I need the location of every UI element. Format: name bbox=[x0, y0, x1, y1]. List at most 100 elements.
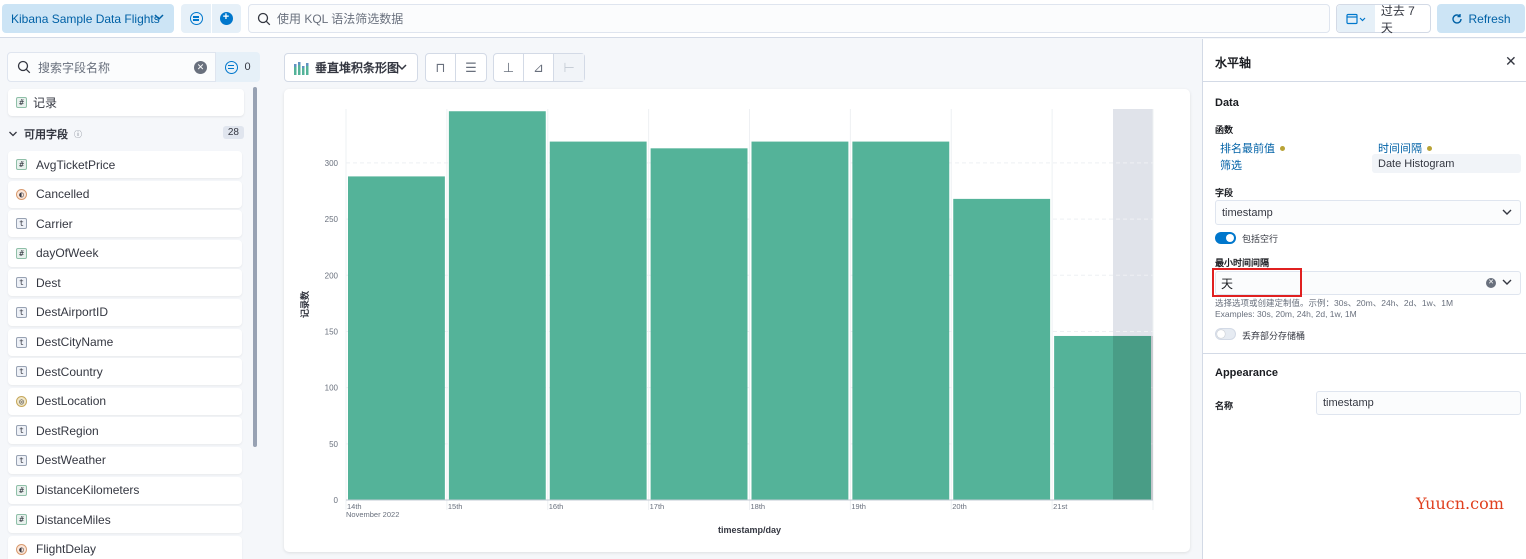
date-picker[interactable]: 过去 7 天 bbox=[1336, 3, 1431, 35]
field-item[interactable]: t DestCountry bbox=[8, 358, 242, 386]
x-tick-label: 18th bbox=[751, 502, 766, 511]
close-icon[interactable]: ✕ bbox=[1505, 53, 1517, 70]
field-name: DistanceMiles bbox=[36, 512, 111, 527]
chevron-down-icon bbox=[397, 64, 407, 71]
clear-icon[interactable]: ✕ bbox=[194, 61, 207, 74]
right-axis-button[interactable]: ⊢ bbox=[554, 54, 584, 81]
field-search-input[interactable]: 搜索字段名称 ✕ bbox=[7, 52, 216, 82]
bar[interactable] bbox=[549, 141, 647, 501]
field-item[interactable]: t DestAirportID bbox=[8, 298, 242, 326]
string-type-icon: t bbox=[16, 336, 27, 348]
available-fields-label: 可用字段 bbox=[24, 129, 68, 141]
refresh-button[interactable]: Refresh bbox=[1437, 4, 1525, 33]
number-type-icon: # bbox=[16, 514, 27, 526]
function-label: 函数 bbox=[1215, 125, 1234, 135]
include-empty-rows-label: 包括空行 bbox=[1242, 234, 1279, 244]
sidebar-scrollbar[interactable] bbox=[253, 87, 257, 447]
field-select-value: timestamp bbox=[1222, 206, 1273, 219]
bar[interactable] bbox=[953, 198, 1051, 500]
field-name: DistanceKilometers bbox=[36, 483, 140, 498]
geo-type-icon: ◎ bbox=[16, 395, 27, 407]
number-type-icon: # bbox=[16, 159, 27, 170]
y-tick-label: 0 bbox=[334, 496, 339, 505]
chart-type-selector[interactable]: 垂直堆积条形图 bbox=[284, 53, 418, 82]
field-item[interactable]: # DistanceKilometers bbox=[8, 476, 242, 504]
highlight-annotation bbox=[1212, 268, 1302, 297]
records-field[interactable]: # 记录 bbox=[8, 89, 244, 116]
x-tick-label: 15th bbox=[448, 502, 463, 511]
x-axis-title: timestamp/day bbox=[718, 525, 781, 535]
style-toolbar-group: ⊓ ☰ bbox=[425, 53, 487, 82]
bar-chart-icon bbox=[294, 61, 309, 75]
calendar-icon[interactable] bbox=[1337, 5, 1375, 32]
date-range-label: 过去 7 天 bbox=[1380, 3, 1415, 35]
field-item[interactable]: t DestWeather bbox=[8, 446, 242, 474]
string-type-icon: t bbox=[16, 218, 27, 230]
function-filters[interactable]: 筛选 bbox=[1220, 157, 1242, 173]
field-item[interactable]: # DistanceMiles bbox=[8, 506, 242, 534]
search-icon bbox=[17, 60, 31, 74]
function-top-values-label: 排名最前值 bbox=[1220, 143, 1275, 155]
bar-chart[interactable]: 05010015020025030014th 15th 16th 17th 18th 19… bbox=[284, 89, 1190, 552]
filter-icon bbox=[225, 60, 239, 74]
field-select[interactable]: timestamp bbox=[1215, 200, 1521, 225]
x-tick-label: 21st bbox=[1053, 502, 1068, 511]
filter-icon bbox=[189, 12, 203, 25]
field-name: Dest bbox=[36, 275, 61, 290]
visual-options-button[interactable]: ⊓ bbox=[426, 54, 456, 81]
plus-icon: + bbox=[220, 11, 233, 25]
string-type-icon: t bbox=[16, 306, 27, 318]
field-item[interactable]: # dayOfWeek bbox=[8, 239, 242, 267]
x-tick-label: 20th bbox=[952, 502, 967, 511]
function-top-values[interactable]: 排名最前值 bbox=[1220, 140, 1285, 156]
bar[interactable] bbox=[751, 141, 849, 501]
field-item[interactable]: ◐ Cancelled bbox=[8, 180, 242, 208]
drop-partial-buckets-toggle[interactable] bbox=[1215, 328, 1236, 340]
data-view-selector[interactable]: Kibana Sample Data Flights bbox=[2, 4, 174, 33]
field-item[interactable]: t Carrier bbox=[8, 210, 242, 238]
clear-icon[interactable]: ✕ bbox=[1486, 278, 1496, 288]
string-type-icon: t bbox=[16, 454, 27, 466]
filter-menu-button[interactable] bbox=[181, 4, 211, 33]
available-fields-header[interactable]: 可用字段 ⓘ 28 bbox=[8, 125, 244, 143]
drop-partial-buckets-label: 丢弃部分存储桶 bbox=[1242, 331, 1306, 341]
chart-panel: 0 50 100 150 200 250 300 14th 15th 16th 17th 18th 19… bbox=[284, 89, 1190, 552]
chevron-down-icon bbox=[1502, 279, 1512, 285]
field-name: AvgTicketPrice bbox=[36, 157, 116, 172]
bar[interactable] bbox=[448, 111, 546, 500]
left-axis-button[interactable]: ⊥ bbox=[494, 54, 524, 81]
compatible-dot-icon bbox=[1280, 145, 1285, 151]
kql-placeholder: 使用 KQL 语法筛选数据 bbox=[277, 12, 404, 26]
legend-button[interactable]: ☰ bbox=[456, 54, 486, 81]
compatible-dot-icon bbox=[1427, 145, 1432, 151]
field-name: DestCityName bbox=[36, 335, 114, 350]
dimension-config-panel: 水平轴 ✕ Data 函数 排名最前值 时间间隔 筛选 Date Histogr… bbox=[1202, 39, 1526, 559]
field-item[interactable]: t DestCityName bbox=[8, 328, 242, 356]
y-tick-label: 100 bbox=[325, 384, 339, 393]
chevron-down-icon bbox=[9, 131, 17, 137]
include-empty-rows-toggle[interactable] bbox=[1215, 232, 1236, 244]
y-tick-label: 250 bbox=[325, 215, 339, 224]
bar[interactable] bbox=[348, 176, 445, 500]
name-label: 名称 bbox=[1215, 401, 1234, 411]
kql-search-input[interactable]: 使用 KQL 语法筛选数据 bbox=[248, 4, 1330, 33]
function-date-histogram-selected[interactable]: Date Histogram bbox=[1372, 154, 1521, 173]
number-type-icon: # bbox=[16, 97, 27, 108]
field-name: DestLocation bbox=[36, 394, 107, 409]
y-tick-label: 50 bbox=[329, 440, 338, 449]
field-item[interactable]: ◎ DestLocation bbox=[8, 387, 242, 415]
field-item[interactable]: t Dest bbox=[8, 269, 242, 297]
field-item[interactable]: # AvgTicketPrice bbox=[8, 151, 242, 178]
name-input[interactable]: timestamp bbox=[1316, 391, 1521, 415]
bottom-axis-button[interactable]: ⊿ bbox=[524, 54, 554, 81]
field-name: Cancelled bbox=[36, 187, 90, 202]
bar[interactable] bbox=[852, 141, 950, 501]
field-name: dayOfWeek bbox=[36, 246, 99, 261]
bar[interactable] bbox=[650, 148, 748, 500]
field-item[interactable]: ◐ FlightDelay bbox=[8, 535, 242, 559]
field-item[interactable]: t DestRegion bbox=[8, 417, 242, 445]
field-type-filter-button[interactable]: 0 bbox=[216, 52, 260, 82]
list-icon: ☰ bbox=[465, 59, 477, 75]
search-icon bbox=[257, 12, 271, 26]
add-filter-button[interactable]: + bbox=[211, 4, 241, 33]
